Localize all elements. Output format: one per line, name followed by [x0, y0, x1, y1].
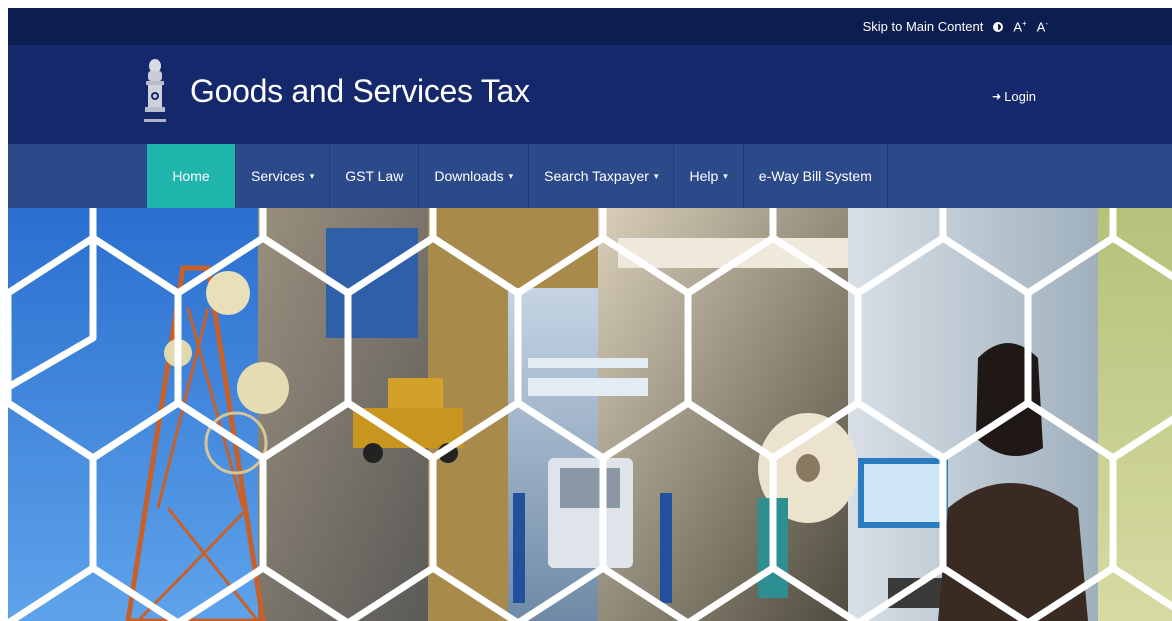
- site-header: Goods and Services Tax ➜ Login: [8, 45, 1172, 144]
- nav-item-gst-law[interactable]: GST Law: [330, 144, 420, 208]
- main-nav: Home Services ▾ GST Law Downloads ▾ Search…: [8, 144, 1172, 208]
- hero-banner: [8, 208, 1172, 621]
- nav-item-downloads[interactable]: Downloads ▾: [419, 144, 530, 208]
- chevron-down-icon: ▾: [723, 170, 728, 181]
- nav-label-services: Services: [251, 168, 305, 184]
- font-increase-sup: +: [1021, 18, 1027, 28]
- skip-to-main-content-link[interactable]: Skip to Main Content: [863, 19, 984, 34]
- nav-item-eway-bill[interactable]: e-Way Bill System: [744, 144, 888, 208]
- nav-item-search-taxpayer[interactable]: Search Taxpayer ▾: [529, 144, 675, 208]
- national-emblem-icon[interactable]: [142, 57, 168, 131]
- nav-label-gst-law: GST Law: [345, 168, 404, 184]
- nav-label-downloads: Downloads: [434, 168, 504, 184]
- font-decrease-button[interactable]: A-: [1037, 19, 1048, 34]
- login-label: Login: [1004, 89, 1036, 104]
- font-increase-button[interactable]: A+: [1013, 19, 1026, 34]
- sign-in-icon: ➜: [991, 91, 1002, 103]
- chevron-down-icon: ▾: [309, 170, 315, 181]
- nav-label-help: Help: [689, 168, 719, 184]
- nav-label-search-taxpayer: Search Taxpayer: [544, 168, 649, 184]
- nav-label-eway-bill: e-Way Bill System: [758, 168, 872, 184]
- nav-item-services[interactable]: Services ▾: [236, 144, 331, 208]
- utility-links: Skip to Main Content A+ A-: [863, 8, 1048, 45]
- hero-collage: [8, 208, 1172, 621]
- chevron-down-icon: ▾: [653, 170, 659, 181]
- font-increase-label: A: [1013, 19, 1022, 35]
- font-decrease-sup: -: [1045, 18, 1048, 28]
- page-frame: Skip to Main Content A+ A- Goods and Ser…: [8, 8, 1172, 621]
- nav-label-home: Home: [172, 168, 210, 184]
- login-link[interactable]: ➜ Login: [992, 89, 1036, 104]
- nav-item-home[interactable]: Home: [147, 144, 236, 208]
- site-title[interactable]: Goods and Services Tax: [190, 73, 530, 110]
- contrast-icon[interactable]: [993, 21, 1004, 32]
- utility-bar: Skip to Main Content A+ A-: [8, 8, 1172, 45]
- chevron-down-icon: ▾: [508, 170, 514, 181]
- nav-item-help[interactable]: Help ▾: [674, 144, 744, 208]
